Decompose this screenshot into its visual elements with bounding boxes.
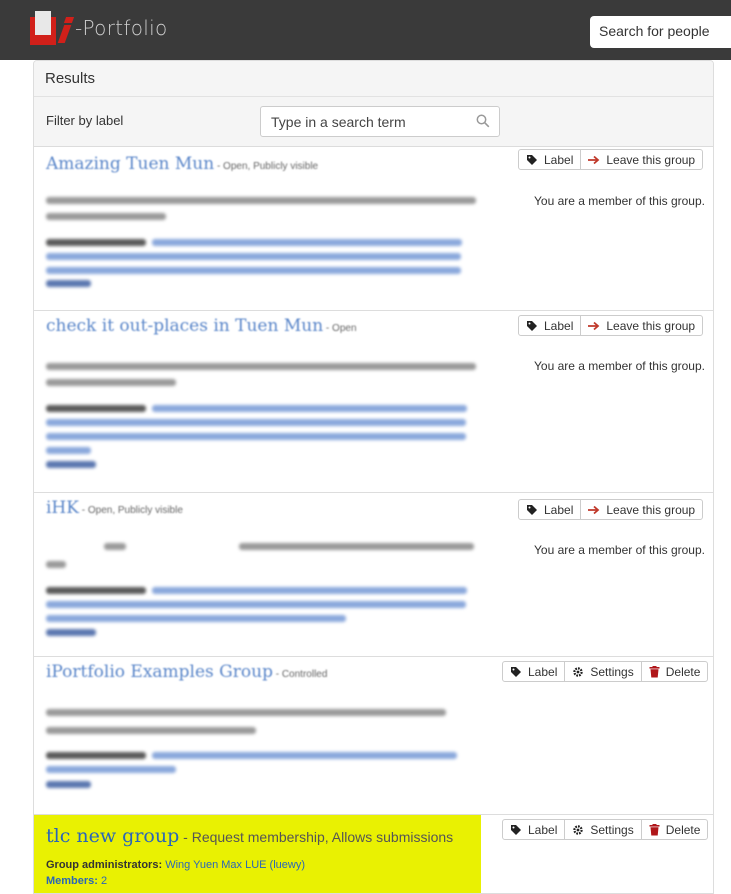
group-title-link[interactable]: Amazing Tuen Mun - Open, Publicly visibl… xyxy=(46,154,318,174)
group-members-count xyxy=(46,280,91,287)
group-members-count[interactable]: 2 xyxy=(101,875,107,887)
membership-status: You are a member of this group. xyxy=(534,194,705,208)
group-admin-label xyxy=(46,587,146,594)
search-icon xyxy=(476,114,490,128)
group-admin-links[interactable] xyxy=(46,267,461,274)
logo-mark xyxy=(30,11,56,45)
group-description xyxy=(46,561,66,568)
group-admin-label xyxy=(46,752,146,759)
settings-button[interactable]: Settings xyxy=(564,661,642,682)
group-description xyxy=(46,213,166,220)
membership-status: You are a member of this group. xyxy=(534,543,705,557)
trash-icon xyxy=(649,823,660,835)
label-button[interactable]: Label xyxy=(518,315,582,336)
group-admin-links[interactable] xyxy=(152,587,467,594)
group-item: Amazing Tuen Mun - Open, Publicly visibl… xyxy=(34,149,713,311)
group-members: Members: 2 xyxy=(46,875,107,887)
leave-group-button[interactable]: Leave this group xyxy=(580,499,704,520)
group-admin-links[interactable] xyxy=(46,601,466,608)
group-actions: Label Settings Delete xyxy=(502,819,709,840)
delete-button[interactable]: Delete xyxy=(640,819,709,840)
group-item: iHK - Open, Publicly visible Label Leave… xyxy=(34,493,713,657)
group-admin-links[interactable] xyxy=(152,239,462,246)
arrow-right-icon xyxy=(588,155,600,164)
group-admin-links[interactable] xyxy=(46,433,466,440)
group-actions: Label Leave this group xyxy=(518,499,704,520)
results-panel: Results Filter by label Type in a search… xyxy=(33,60,714,894)
delete-button[interactable]: Delete xyxy=(640,661,709,682)
group-title-link[interactable]: check it out-places in Tuen Mun - Open xyxy=(46,316,357,336)
group-admin-links[interactable] xyxy=(152,405,467,412)
tag-icon xyxy=(527,154,537,165)
group-admin-label: Group administrators: xyxy=(46,859,163,871)
group-admin-label xyxy=(46,405,146,412)
group-actions: Label Leave this group xyxy=(518,315,704,336)
group-title-link[interactable]: iHK - Open, Publicly visible xyxy=(46,498,183,518)
results-heading: Results xyxy=(34,61,713,97)
group-members-label: Members: xyxy=(46,875,98,887)
top-navigation-bar: -Portfolio Search for people xyxy=(0,0,731,60)
group-description xyxy=(104,543,126,550)
group-title-link[interactable]: iPortfolio Examples Group - Controlled xyxy=(46,662,327,682)
leave-group-button[interactable]: Leave this group xyxy=(580,315,704,336)
label-button[interactable]: Label xyxy=(502,661,566,682)
group-description xyxy=(46,379,176,386)
leave-group-button[interactable]: Leave this group xyxy=(580,149,704,170)
group-item: check it out-places in Tuen Mun - Open L… xyxy=(34,311,713,493)
label-button[interactable]: Label xyxy=(502,819,566,840)
logo-i-glyph xyxy=(57,13,75,43)
highlighted-group: tlc new group - Request membership, Allo… xyxy=(34,815,481,893)
gear-icon xyxy=(573,824,584,835)
tag-icon xyxy=(527,504,537,515)
group-admin-links[interactable] xyxy=(46,615,346,622)
group-description xyxy=(46,197,476,204)
group-item: iPortfolio Examples Group - Controlled L… xyxy=(34,657,713,815)
filter-search-placeholder: Type in a search term xyxy=(271,114,406,130)
group-members-count xyxy=(46,781,91,788)
group-members-count xyxy=(46,629,96,636)
group-admin-links[interactable] xyxy=(46,447,91,454)
group-description xyxy=(46,727,256,734)
tag-icon xyxy=(511,824,521,835)
label-button[interactable]: Label xyxy=(518,499,582,520)
group-members-count xyxy=(46,461,96,468)
tag-icon xyxy=(511,666,521,677)
group-admin-links[interactable] xyxy=(152,752,457,759)
gear-icon xyxy=(573,666,584,677)
group-actions: Label Leave this group xyxy=(518,149,704,170)
logo-text: -Portfolio xyxy=(75,16,168,40)
group-admin-link[interactable]: Wing Yuen Max LUE (luewy) xyxy=(165,859,305,871)
group-admin-label xyxy=(46,239,146,246)
search-people-input[interactable]: Search for people xyxy=(590,16,731,48)
ui-portfolio-logo[interactable]: -Portfolio xyxy=(30,10,168,46)
arrow-right-icon xyxy=(588,321,600,330)
group-actions: Label Settings Delete xyxy=(502,661,709,682)
label-button[interactable]: Label xyxy=(518,149,582,170)
arrow-right-icon xyxy=(588,505,600,514)
group-description xyxy=(46,363,476,370)
group-description xyxy=(46,709,446,716)
trash-icon xyxy=(649,665,660,677)
group-admin-links[interactable] xyxy=(46,766,176,773)
filter-bar: Filter by label Type in a search term xyxy=(34,97,713,147)
membership-status: You are a member of this group. xyxy=(534,359,705,373)
group-admin-links[interactable] xyxy=(46,253,461,260)
group-title-link[interactable]: tlc new group - Request membership, Allo… xyxy=(46,825,453,847)
tag-icon xyxy=(527,320,537,331)
group-description xyxy=(239,543,474,550)
filter-search-input[interactable]: Type in a search term xyxy=(260,106,500,137)
group-administrators: Group administrators: Wing Yuen Max LUE … xyxy=(46,859,305,871)
filter-label: Filter by label xyxy=(46,113,124,128)
settings-button[interactable]: Settings xyxy=(564,819,642,840)
group-admin-links[interactable] xyxy=(46,419,466,426)
